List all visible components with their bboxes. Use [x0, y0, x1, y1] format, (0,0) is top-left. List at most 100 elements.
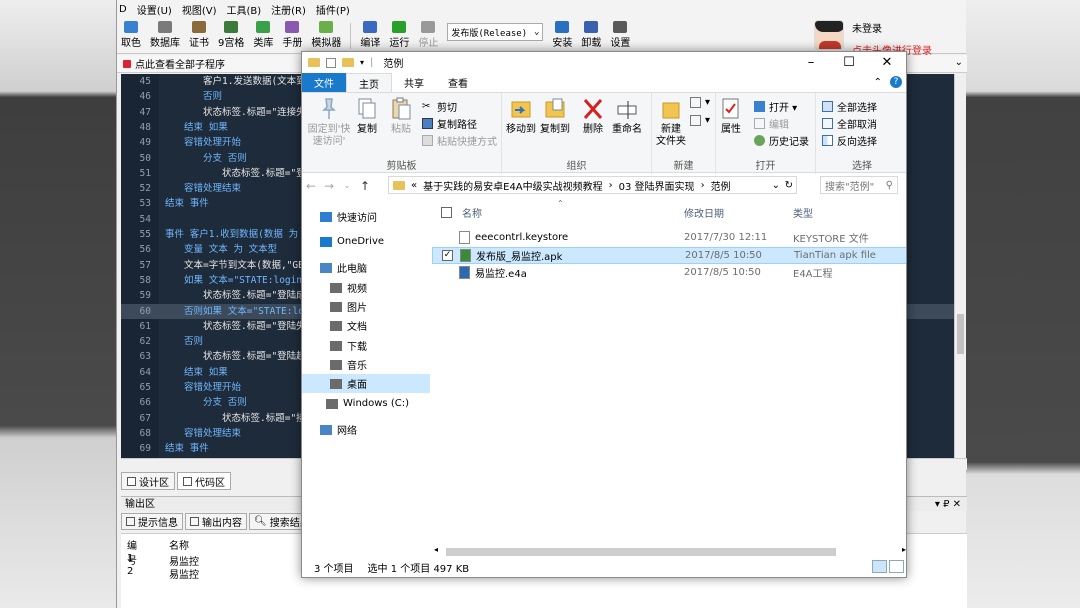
nav-item[interactable]: 音乐 — [302, 355, 430, 374]
breadcrumb-current[interactable]: 范例 — [711, 178, 731, 193]
tab-file[interactable]: 文件 — [302, 73, 346, 92]
properties-icon[interactable] — [326, 57, 336, 68]
code-vertical-scrollbar[interactable] — [954, 74, 966, 458]
scrollbar-thumb[interactable] — [446, 548, 836, 556]
toolbar-button[interactable]: 安装 — [552, 21, 572, 49]
panel-controls[interactable]: ▾ ₽ ✕ — [935, 497, 961, 512]
toolbar-button[interactable]: 证书 — [189, 21, 209, 49]
toolbar-button[interactable]: 9宫格 — [218, 21, 244, 49]
help-icon[interactable]: ? — [890, 76, 902, 88]
address-dropdown-icon[interactable]: ⌄ — [772, 180, 780, 191]
select-all-button[interactable]: 全部选择 — [822, 99, 877, 114]
toolbar-button[interactable]: 手册 — [282, 21, 302, 49]
nav-item[interactable]: 文档 — [302, 316, 430, 335]
list-item[interactable]: 1 易监控 — [127, 553, 199, 568]
back-arrow-icon[interactable]: ← — [302, 179, 320, 193]
column-name[interactable]: 名称 — [462, 205, 482, 220]
toolbar-button[interactable]: 编译 — [360, 21, 380, 49]
copy-button[interactable]: 复制 — [356, 97, 378, 136]
menu-item[interactable]: 插件(P) — [316, 2, 350, 17]
nav-item[interactable]: Windows (C:) — [302, 394, 430, 413]
scroll-right-icon[interactable]: ▸ — [902, 545, 906, 554]
toolbar-button[interactable]: 设置 — [610, 21, 630, 49]
minimize-button[interactable]: – — [792, 52, 830, 73]
menu-item[interactable]: D — [119, 4, 127, 15]
toolbar-button[interactable]: 模拟器 — [311, 21, 341, 49]
history-button[interactable]: 历史记录 — [754, 133, 809, 148]
cut-button[interactable]: ✂ 剪切 — [422, 99, 457, 114]
toolbar-button[interactable]: 数据库 — [150, 21, 180, 49]
address-bar[interactable]: « 基于实践的易安卓E4A中级实战视频教程 › 03 登陆界面实现 › 范例 ⌄… — [388, 176, 797, 194]
maximize-button[interactable]: ☐ — [830, 52, 868, 73]
up-arrow-icon[interactable]: ↑ — [356, 179, 374, 193]
move-to-button[interactable]: 移动到 — [506, 97, 536, 136]
tab-code[interactable]: 代码区 — [177, 472, 231, 490]
tab-hints[interactable]: 提示信息 — [121, 513, 183, 530]
user-avatar[interactable] — [814, 20, 844, 50]
column-date[interactable]: 修改日期 — [684, 205, 724, 220]
search-input[interactable]: 搜索"范例" ⚲ — [820, 176, 898, 194]
toolbar-button[interactable]: 卸载 — [581, 21, 601, 49]
nav-item[interactable]: 图片 — [302, 297, 430, 316]
recent-locations-icon[interactable]: ⌄ — [338, 181, 356, 190]
toolbar-button[interactable]: 类库 — [253, 21, 273, 49]
edit-button[interactable]: 编辑 — [754, 116, 789, 131]
copy-path-button[interactable]: 复制路径 — [422, 116, 477, 131]
refresh-icon[interactable]: ↻ — [785, 180, 793, 191]
tab-share[interactable]: 共享 — [392, 73, 436, 92]
paste-shortcut-button[interactable]: 粘贴快捷方式 — [422, 133, 497, 148]
tab-design[interactable]: 设计区 — [121, 472, 175, 490]
tab-output[interactable]: 输出内容 — [185, 513, 247, 530]
nav-item[interactable]: 下载 — [302, 336, 430, 355]
pin-quick-access-button[interactable]: 固定到'快 速访问' — [306, 97, 352, 148]
toolbar-button[interactable]: 停止 — [418, 21, 438, 49]
easy-access-button[interactable]: ▾ — [690, 115, 710, 126]
collapse-ribbon-icon[interactable]: ⌃ — [874, 77, 882, 88]
select-all-checkbox[interactable] — [441, 207, 452, 218]
list-item[interactable]: 2 易监控 — [127, 566, 199, 581]
build-config-select[interactable]: 发布版(Release) ⌄ — [447, 23, 544, 41]
details-view-icon[interactable] — [872, 560, 887, 573]
nav-item[interactable]: 桌面 — [302, 374, 430, 393]
menu-item[interactable]: 视图(V) — [182, 2, 217, 17]
column-type[interactable]: 类型 — [793, 205, 813, 220]
toolbar-button[interactable]: 运行 — [389, 21, 409, 49]
file-row[interactable]: eeecontrl.keystore 2017/7/30 12:11 KEYSTOR… — [432, 229, 906, 246]
breadcrumb-overflow[interactable]: « — [411, 180, 417, 191]
nav-item[interactable]: 快速访问 — [302, 207, 430, 226]
menu-item[interactable]: 注册(R) — [271, 2, 306, 17]
forward-arrow-icon[interactable]: → — [320, 179, 338, 193]
nav-item[interactable]: 视频 — [302, 278, 430, 297]
breadcrumb-chapter[interactable]: 03 登陆界面实现 — [619, 178, 695, 193]
quick-access-dropdown-icon[interactable]: ▾ — [360, 58, 364, 67]
breadcrumb-separator[interactable]: › — [701, 180, 705, 191]
nav-item[interactable]: 此电脑 — [302, 258, 430, 277]
menu-item[interactable]: 工具(B) — [226, 2, 261, 17]
tab-home[interactable]: 主页 — [346, 73, 392, 92]
toolbar-button[interactable]: 取色 — [121, 21, 141, 49]
file-row[interactable]: ✓ 发布版_易监控.apk 2017/8/5 10:50 TianTian apk f… — [432, 247, 906, 264]
copy-to-button[interactable]: 复制到 — [540, 97, 570, 136]
paste-button[interactable]: 粘贴 — [390, 97, 412, 136]
tab-view[interactable]: 查看 — [436, 73, 480, 92]
close-button[interactable]: ✕ — [868, 52, 906, 73]
new-folder-button[interactable]: 新建 文件夹 — [656, 97, 686, 148]
new-item-button[interactable]: ▾ — [690, 97, 710, 108]
delete-button[interactable]: 删除 — [582, 97, 604, 136]
rename-button[interactable]: 重命名 — [612, 97, 642, 136]
breadcrumb-separator[interactable]: › — [609, 180, 613, 191]
open-button[interactable]: 打开 ▾ — [754, 99, 797, 114]
select-none-button[interactable]: 全部取消 — [822, 116, 877, 131]
properties-button[interactable]: 属性 — [720, 97, 742, 136]
nav-item[interactable]: 网络 — [302, 420, 430, 439]
menu-item[interactable]: 设置(U) — [137, 2, 172, 17]
large-icons-view-icon[interactable] — [889, 560, 904, 573]
invert-selection-button[interactable]: 反向选择 — [822, 133, 877, 148]
new-folder-icon[interactable] — [342, 58, 354, 67]
file-row[interactable]: 易监控.e4a 2017/8/5 10:50 E4A工程 — [432, 264, 906, 281]
scroll-left-icon[interactable]: ◂ — [434, 545, 438, 554]
breadcrumb-course[interactable]: 基于实践的易安卓E4A中级实战视频教程 — [423, 178, 603, 193]
row-checkbox[interactable]: ✓ — [442, 250, 453, 261]
nav-item[interactable]: OneDrive — [302, 232, 430, 251]
cut-label: 剪切 — [437, 103, 457, 114]
